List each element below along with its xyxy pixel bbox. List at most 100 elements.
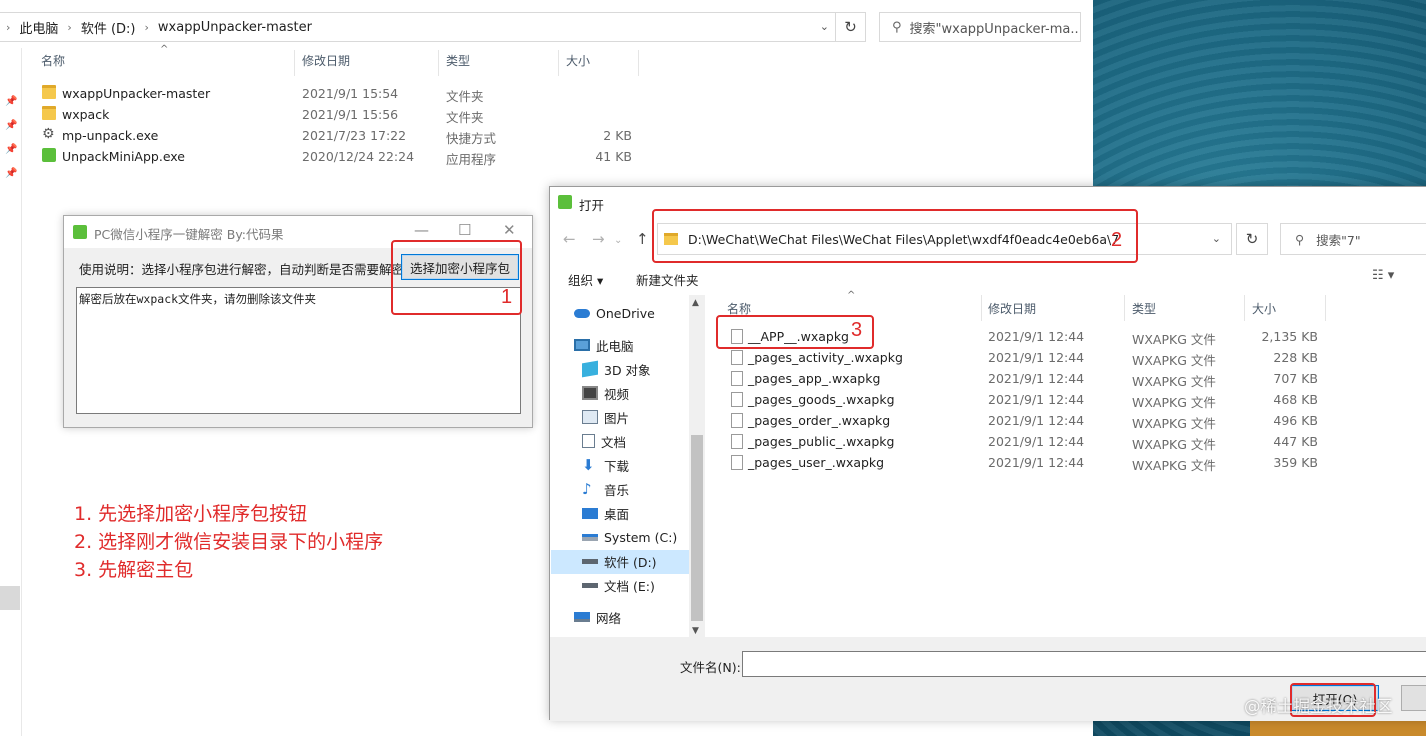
refresh-icon: ↻ bbox=[1245, 230, 1259, 248]
document-icon bbox=[582, 434, 595, 448]
column-header-type[interactable]: 类型 bbox=[446, 52, 470, 74]
minimize-icon[interactable]: — bbox=[414, 221, 429, 239]
file-size: 447 KB bbox=[1273, 434, 1318, 449]
file-row[interactable]: wxappUnpacker-master 2021/9/1 15:54 文件夹 bbox=[36, 83, 636, 104]
explorer-address-bar[interactable]: › 此电脑 › 软件 (D:) › wxappUnpacker-master ⌄ bbox=[0, 12, 836, 42]
column-divider[interactable] bbox=[558, 50, 559, 76]
sidebar-item-documents[interactable]: 文档 bbox=[582, 430, 626, 452]
breadcrumb-item[interactable]: 软件 (D:) bbox=[81, 18, 136, 37]
sidebar-item-onedrive[interactable]: OneDrive bbox=[574, 302, 655, 324]
explorer-search-input[interactable]: ⚲ 搜索"wxappUnpacker-ma... bbox=[879, 12, 1081, 42]
chevron-down-icon[interactable]: ⌄ bbox=[614, 235, 622, 246]
column-divider[interactable] bbox=[1244, 295, 1245, 321]
column-divider[interactable] bbox=[294, 50, 295, 76]
file-row[interactable]: _pages_user_.wxapkg 2021/9/1 12:44 WXAPK… bbox=[720, 453, 1330, 474]
pin-icon[interactable]: 📌 bbox=[5, 96, 17, 107]
instruction-steps: 1. 先选择加密小程序包按钮 2. 选择刚才微信安装目录下的小程序 3. 先解密… bbox=[74, 500, 383, 584]
sidebar-item-drive-e[interactable]: 文档 (E:) bbox=[582, 574, 655, 596]
pin-icon[interactable]: 📌 bbox=[5, 144, 17, 155]
refresh-button[interactable]: ↻ bbox=[836, 12, 866, 42]
open-file-dialog: 打开 ← → ⌄ ↑ D:\WeChat\WeChat Files\WeChat… bbox=[549, 186, 1426, 721]
up-arrow-icon[interactable]: ↑ bbox=[636, 230, 649, 248]
filename-input[interactable] bbox=[742, 651, 1426, 677]
pin-icon[interactable]: 📌 bbox=[5, 168, 17, 179]
file-row[interactable]: ⚙ mp-unpack.exe 2021/7/23 17:22 快捷方式 2 K… bbox=[36, 125, 636, 146]
sidebar-item-drive-c[interactable]: System (C:) bbox=[582, 526, 677, 548]
file-type: WXAPKG 文件 bbox=[1132, 353, 1216, 368]
column-header-type[interactable]: 类型 bbox=[1132, 300, 1156, 317]
column-header-name[interactable]: 名称 bbox=[41, 52, 65, 74]
file-row[interactable]: _pages_goods_.wxapkg 2021/9/1 12:44 WXAP… bbox=[720, 390, 1330, 411]
dialog-search-input[interactable]: ⚲ 搜索"7" bbox=[1280, 223, 1426, 255]
column-header-date[interactable]: 修改日期 bbox=[988, 300, 1036, 317]
breadcrumb-item[interactable]: wxappUnpacker-master bbox=[158, 20, 312, 35]
column-header-size[interactable]: 大小 bbox=[566, 52, 590, 74]
file-row[interactable]: _pages_public_.wxapkg 2021/9/1 12:44 WXA… bbox=[720, 432, 1330, 453]
file-icon bbox=[731, 434, 743, 449]
dialog-title: 打开 bbox=[579, 198, 605, 213]
sidebar-item-label: 视频 bbox=[604, 386, 630, 402]
file-row[interactable]: wxpack 2021/9/1 15:56 文件夹 bbox=[36, 104, 636, 125]
file-date: 2021/9/1 12:44 bbox=[988, 371, 1085, 386]
back-arrow-icon[interactable]: ← bbox=[563, 230, 576, 248]
step-text: 1. 先选择加密小程序包按钮 bbox=[74, 503, 308, 525]
column-divider[interactable] bbox=[1124, 295, 1125, 321]
file-date: 2021/9/1 15:56 bbox=[302, 107, 399, 122]
sidebar-item-downloads[interactable]: ⬇ 下载 bbox=[582, 454, 629, 476]
file-date: 2021/9/1 12:44 bbox=[988, 350, 1085, 365]
search-icon: ⚲ bbox=[892, 19, 902, 35]
music-icon: ♪ bbox=[582, 480, 592, 498]
sidebar-item-network[interactable]: 网络 bbox=[574, 606, 621, 628]
sidebar-item-3d-objects[interactable]: 3D 对象 bbox=[582, 358, 651, 380]
cancel-button[interactable] bbox=[1401, 685, 1426, 711]
organize-menu[interactable]: 组织 ▾ bbox=[568, 270, 603, 289]
chevron-right-icon: › bbox=[67, 20, 72, 34]
sidebar-item-desktop[interactable]: 桌面 bbox=[582, 502, 629, 524]
sidebar-item-videos[interactable]: 视频 bbox=[582, 382, 629, 404]
file-row[interactable]: UnpackMiniApp.exe 2020/12/24 22:24 应用程序 … bbox=[36, 146, 636, 167]
file-row[interactable]: _pages_app_.wxapkg 2021/9/1 12:44 WXAPKG… bbox=[720, 369, 1330, 390]
forward-arrow-icon[interactable]: → bbox=[592, 230, 605, 248]
pin-icon[interactable]: 📌 bbox=[5, 120, 17, 131]
file-row[interactable]: _pages_order_.wxapkg 2021/9/1 12:44 WXAP… bbox=[720, 411, 1330, 432]
file-icon bbox=[731, 392, 743, 407]
search-placeholder: 搜索"wxappUnpacker-ma... bbox=[909, 21, 1081, 37]
file-type: 文件夹 bbox=[446, 110, 484, 125]
column-divider[interactable] bbox=[638, 50, 639, 76]
close-icon[interactable]: ✕ bbox=[503, 221, 516, 239]
column-header-size[interactable]: 大小 bbox=[1252, 300, 1276, 317]
scroll-up-icon[interactable]: ▲ bbox=[692, 298, 699, 308]
chevron-down-icon[interactable]: ⌄ bbox=[1212, 232, 1221, 245]
scroll-down-icon[interactable]: ▼ bbox=[692, 626, 699, 636]
nav-selected-item[interactable] bbox=[0, 586, 20, 610]
file-size: 2 KB bbox=[603, 128, 632, 143]
breadcrumb-item[interactable]: 此电脑 bbox=[19, 18, 58, 37]
maximize-icon[interactable]: ☐ bbox=[458, 221, 471, 239]
file-icon bbox=[731, 350, 743, 365]
dialog-refresh-button[interactable]: ↻ bbox=[1236, 223, 1268, 255]
file-row[interactable]: _pages_activity_.wxapkg 2021/9/1 12:44 W… bbox=[720, 348, 1330, 369]
sidebar-item-label: 此电脑 bbox=[596, 338, 634, 354]
sidebar-item-drive-d[interactable]: 软件 (D:) bbox=[582, 550, 657, 572]
download-icon: ⬇ bbox=[582, 456, 595, 474]
file-date: 2021/9/1 12:44 bbox=[988, 392, 1085, 407]
column-divider[interactable] bbox=[1325, 295, 1326, 321]
column-divider[interactable] bbox=[438, 50, 439, 76]
scrollbar-thumb[interactable] bbox=[691, 435, 703, 621]
sidebar-item-pictures[interactable]: 图片 bbox=[582, 406, 629, 428]
sidebar-item-music[interactable]: ♪ 音乐 bbox=[582, 478, 629, 500]
sidebar-item-label: System (C:) bbox=[604, 529, 678, 545]
new-folder-button[interactable]: 新建文件夹 bbox=[636, 270, 699, 289]
file-name: mp-unpack.exe bbox=[62, 128, 159, 143]
usage-hint: 使用说明：选择小程序包进行解密，自动判断是否需要解密 bbox=[79, 262, 405, 277]
app-icon bbox=[73, 225, 87, 239]
file-date: 2021/7/23 17:22 bbox=[302, 128, 407, 143]
column-divider[interactable] bbox=[981, 295, 982, 321]
chevron-down-icon[interactable]: ⌄ bbox=[820, 20, 829, 33]
annotation-number-2: 2 bbox=[1111, 229, 1123, 251]
column-header-date[interactable]: 修改日期 bbox=[302, 52, 350, 74]
app-icon bbox=[558, 195, 572, 209]
sidebar-item-label: 音乐 bbox=[604, 482, 630, 498]
sidebar-item-this-pc[interactable]: 此电脑 bbox=[574, 334, 634, 356]
view-options-icon[interactable]: ☷ ▾ bbox=[1372, 268, 1394, 283]
